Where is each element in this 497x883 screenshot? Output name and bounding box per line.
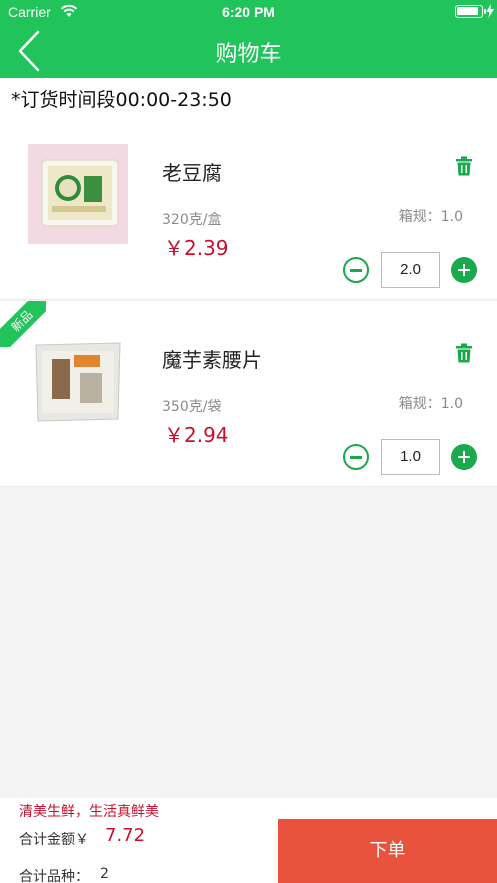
status-bar: Carrier 6:20 PM [0, 0, 497, 24]
product-name: 老豆腐 [162, 161, 222, 185]
increase-quantity-button[interactable] [451, 257, 477, 283]
cart-item: 老豆腐 320克/盒 ￥2.39 箱规：1.0 2.0 [0, 114, 497, 300]
place-order-button[interactable]: 下单 [278, 819, 497, 883]
clock: 6:20 PM [222, 4, 275, 20]
trash-icon[interactable] [455, 343, 473, 363]
box-spec: 箱规：1.0 [398, 396, 463, 412]
new-product-badge: 新品 [0, 301, 46, 347]
increase-quantity-button[interactable] [451, 444, 477, 470]
navigation-bar: 购物车 [0, 24, 497, 78]
total-amount-label: 合计金额￥ [19, 832, 89, 848]
quantity-input[interactable]: 2.0 [381, 252, 440, 288]
decrease-quantity-button[interactable] [343, 257, 369, 283]
slogan: 清美生鲜，生活真鲜美 [19, 804, 159, 820]
order-time-notice: *订货时间段00:00-23:50 [0, 78, 497, 114]
cart-item: 魔芋素腰片 350克/袋 ￥2.94 箱规：1.0 1.0 [0, 301, 497, 487]
product-image-tofu[interactable] [28, 144, 128, 244]
total-kinds-label: 合计品种： [19, 869, 89, 883]
page-title: 购物车 [215, 42, 282, 67]
product-spec: 320克/盒 [162, 212, 222, 228]
checkout-footer: 清美生鲜，生活真鲜美 合计金额￥ 7.72 合计品种： 2 下单 [0, 798, 497, 883]
total-amount-value: 7.72 [105, 825, 146, 846]
product-price: ￥2.39 [164, 236, 229, 260]
product-price: ￥2.94 [164, 423, 229, 447]
quantity-input[interactable]: 1.0 [381, 439, 440, 475]
trash-icon[interactable] [455, 156, 473, 176]
decrease-quantity-button[interactable] [343, 444, 369, 470]
product-name: 魔芋素腰片 [162, 348, 262, 372]
box-spec: 箱规：1.0 [398, 209, 463, 225]
new-badge-label: 新品 [0, 301, 46, 347]
battery-icon [455, 5, 486, 18]
charging-icon [486, 4, 494, 18]
product-spec: 350克/袋 [162, 399, 222, 415]
total-kinds-value: 2 [100, 866, 109, 882]
